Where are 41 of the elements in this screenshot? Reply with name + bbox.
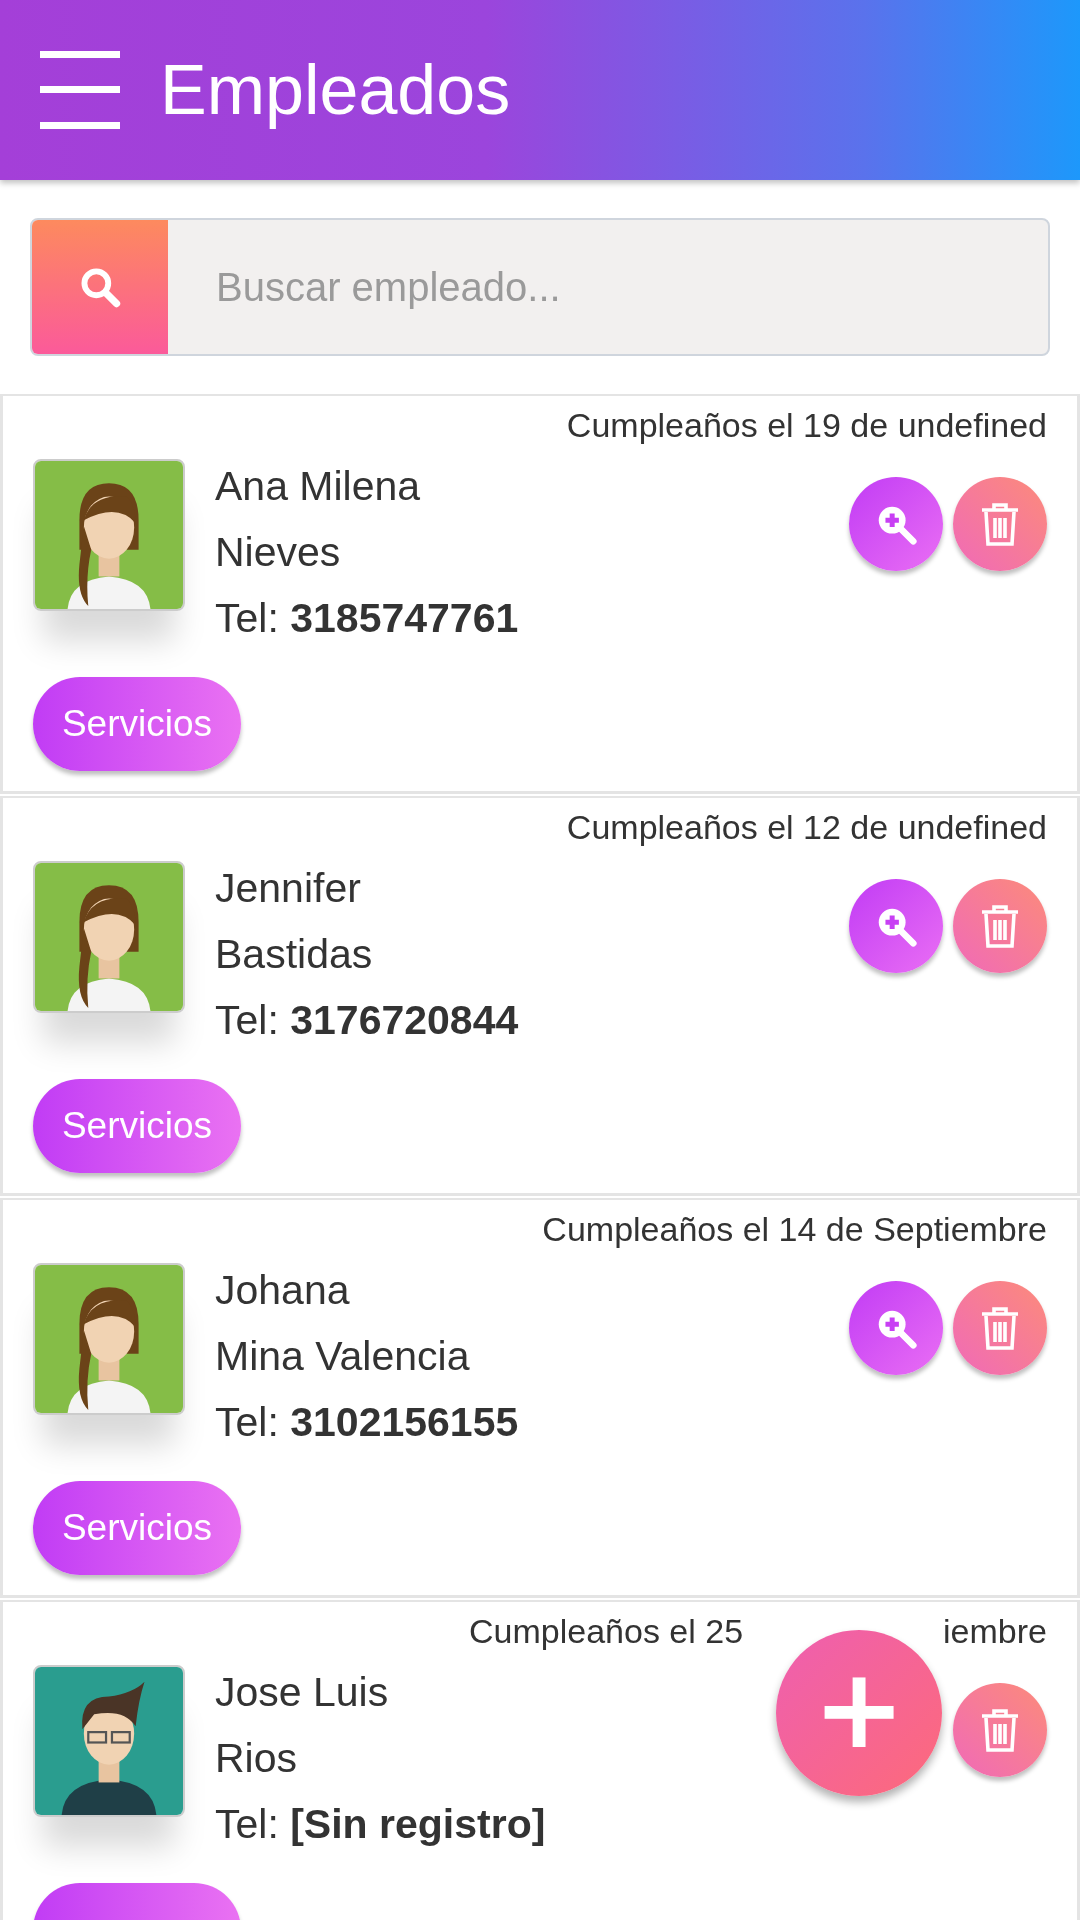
zoom-button[interactable] <box>849 477 943 571</box>
menu-icon[interactable] <box>40 51 120 129</box>
employee-name: Rios <box>215 1734 298 1783</box>
employee-name: Nieves <box>215 528 341 577</box>
phone-text: Tel: [Sin registro] <box>215 1800 546 1849</box>
services-button[interactable]: Servicios <box>33 1481 241 1575</box>
phone-text: Tel: 3185747761 <box>215 594 519 643</box>
employee-name: Ana Milena <box>215 462 421 511</box>
trash-icon <box>980 904 1020 948</box>
employee-name: Johana <box>215 1266 350 1315</box>
search-field[interactable]: Buscar empleado... <box>168 220 1048 354</box>
services-button[interactable]: Servicios <box>33 677 241 771</box>
zoom-button[interactable] <box>849 1281 943 1375</box>
birthday-text: iembre <box>943 1612 1047 1651</box>
delete-button[interactable] <box>953 879 1047 973</box>
phone-text: Tel: 3102156155 <box>215 1398 519 1447</box>
zoom-button[interactable] <box>849 879 943 973</box>
delete-button[interactable] <box>953 477 1047 571</box>
delete-button[interactable] <box>953 1281 1047 1375</box>
phone-text: Tel: 3176720844 <box>215 996 519 1045</box>
page-title: Empleados <box>160 50 511 130</box>
trash-icon <box>980 1306 1020 1350</box>
services-button[interactable]: Servicios <box>33 1079 241 1173</box>
delete-button[interactable] <box>953 1683 1047 1777</box>
employee-name: Mina Valencia <box>215 1332 470 1381</box>
employee-name: Jose Luis <box>215 1668 389 1717</box>
avatar-icon <box>33 1263 185 1415</box>
avatar-icon <box>33 1665 185 1817</box>
search-icon[interactable] <box>78 265 122 309</box>
trash-icon <box>980 1708 1020 1752</box>
birthday-text: Cumpleaños el 14 de Septiembre <box>542 1210 1047 1249</box>
employee-name: Jennifer <box>215 864 361 913</box>
avatar-icon <box>33 861 185 1013</box>
employee-name: Bastidas <box>215 930 373 979</box>
search-bar[interactable]: Buscar empleado... <box>30 218 1050 356</box>
birthday-text: Cumpleaños el 12 de undefined <box>566 808 1047 847</box>
trash-icon <box>980 502 1020 546</box>
add-button[interactable]: + <box>776 1630 942 1796</box>
birthday-text: Cumpleaños el 19 de undefined <box>566 406 1047 445</box>
birthday-text: Cumpleaños el 25 <box>469 1612 744 1651</box>
avatar-icon <box>33 459 185 611</box>
